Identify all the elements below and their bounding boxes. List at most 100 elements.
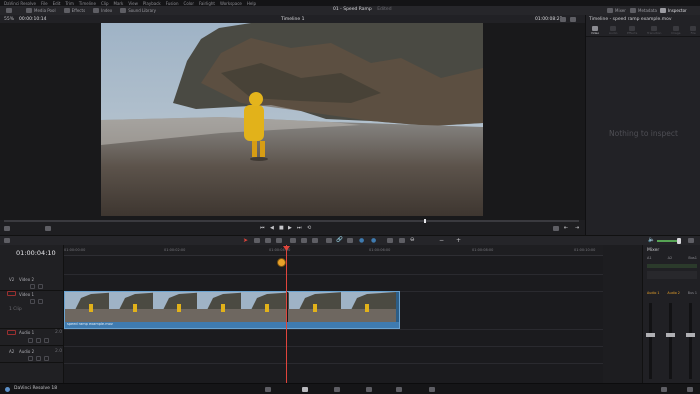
trim-tool-icon[interactable] (254, 238, 260, 243)
next-edit-icon[interactable]: ⇥ (575, 225, 579, 231)
mute-a1-button[interactable] (44, 338, 49, 343)
timeline-ruler[interactable]: 01:00:00:00 01:00:02:00 01:00:04:00 01:0… (64, 245, 603, 256)
menu-fairlight[interactable]: Fairlight (199, 1, 215, 6)
go-to-end-icon[interactable]: ⏭ (297, 225, 302, 231)
viewer-more-icon[interactable] (570, 17, 576, 22)
metadata-button[interactable]: Metadata (630, 8, 657, 13)
selection-tool-icon[interactable]: ➤ (243, 237, 248, 244)
mute-a2-button[interactable] (44, 356, 49, 361)
tab-video[interactable]: Video (591, 26, 599, 35)
destination-v1[interactable] (7, 291, 16, 296)
tab-transition[interactable]: Transition (647, 26, 661, 35)
prev-edit-icon[interactable]: ⇤ (564, 225, 568, 231)
source-timecode[interactable]: 00:00:10:14 (19, 17, 46, 22)
fusion-page-icon[interactable] (334, 387, 340, 392)
fader-bus1[interactable] (686, 333, 695, 337)
speed-ramp-marker[interactable] (277, 258, 286, 267)
tab-file[interactable]: File (690, 26, 697, 35)
clip-icon[interactable] (4, 226, 10, 231)
auto-select-v2-button[interactable] (38, 284, 43, 289)
timeline-area[interactable]: 01:00:00:00 01:00:02:00 01:00:04:00 01:0… (64, 245, 603, 383)
lock-track-v1-button[interactable] (30, 299, 35, 304)
menu-timeline[interactable]: Timeline (79, 1, 96, 6)
lock-icon[interactable] (347, 238, 353, 243)
match-frame-icon[interactable] (553, 226, 559, 231)
lock-track-a1-button[interactable] (28, 338, 33, 343)
index-button[interactable]: Index (93, 8, 112, 13)
go-to-start-icon[interactable]: ⏮ (260, 225, 265, 231)
scrubber-handle[interactable] (424, 219, 426, 223)
menu-workspace[interactable]: Workspace (220, 1, 242, 6)
loop-icon[interactable]: ⟲ (307, 225, 311, 231)
fader-a2[interactable] (666, 333, 675, 337)
zoom-out-icon[interactable]: − (439, 237, 444, 244)
timeline-view-icon[interactable] (4, 238, 10, 243)
volume-slider[interactable] (657, 240, 679, 242)
dynamic-trim-icon[interactable] (265, 238, 271, 243)
fader-track-bus1[interactable] (689, 303, 692, 379)
track-name-a2[interactable]: Audio 2 (19, 349, 34, 354)
speaker-icon[interactable]: 🔈 (648, 237, 655, 243)
marker-icon[interactable]: ● (371, 237, 376, 244)
track-name-a1[interactable]: Audio 1 (19, 330, 34, 335)
link-icon[interactable]: 🔗 (336, 237, 343, 243)
dim-icon[interactable] (688, 238, 694, 243)
zoom-detail-icon[interactable] (387, 238, 393, 243)
menu-file[interactable]: File (41, 1, 48, 6)
media-pool-button[interactable]: Media Pool (26, 8, 56, 13)
reverse-play-icon[interactable]: ◀ (270, 225, 274, 231)
timeline-timecode[interactable]: 01:00:08:23 (535, 17, 562, 22)
playhead[interactable] (286, 245, 287, 383)
volume-slider-handle[interactable] (677, 238, 681, 244)
layout-icon[interactable] (6, 8, 12, 13)
stop-icon[interactable]: ■ (279, 225, 284, 231)
scrubber-bar[interactable] (4, 220, 579, 222)
zoom-in-icon[interactable]: + (456, 237, 461, 244)
blade-tool-icon[interactable] (276, 238, 282, 243)
replace-clip-icon[interactable] (312, 238, 318, 243)
track-name-v1[interactable]: Video 1 (19, 292, 34, 297)
media-page-icon[interactable] (265, 387, 271, 392)
app-name[interactable]: DaVinci Resolve (4, 1, 36, 6)
menu-view[interactable]: View (128, 1, 138, 6)
overwrite-clip-icon[interactable] (301, 238, 307, 243)
zoom-full-icon[interactable] (399, 238, 405, 243)
fader-track-a2[interactable] (669, 303, 672, 379)
sound-library-button[interactable]: Sound Library (120, 8, 156, 13)
menu-help[interactable]: Help (247, 1, 256, 6)
menu-trim[interactable]: Trim (65, 1, 74, 6)
tab-image[interactable]: Image (671, 26, 681, 35)
timeline-current-timecode[interactable]: 01:00:04:10 (16, 249, 56, 257)
tab-audio[interactable]: Audio (609, 26, 617, 35)
inspector-button[interactable]: Inspector (660, 8, 687, 13)
settings-icon[interactable] (687, 387, 693, 392)
menu-clip[interactable]: Clip (101, 1, 109, 6)
solo-a2-button[interactable] (36, 356, 41, 361)
zoom-custom-icon[interactable]: ⊖ (410, 237, 415, 243)
lock-track-a2-button[interactable] (28, 356, 33, 361)
fairlight-page-icon[interactable] (396, 387, 402, 392)
fader-a1[interactable] (646, 333, 655, 337)
audio-meter-icon[interactable] (45, 226, 51, 231)
mixer-eq-row[interactable] (647, 271, 697, 279)
fader-track-a1[interactable] (649, 303, 652, 379)
auto-select-v1-button[interactable] (38, 299, 43, 304)
tab-effects[interactable]: Effects (627, 26, 637, 35)
video-frame[interactable] (101, 23, 483, 216)
deliver-page-icon[interactable] (429, 387, 435, 392)
timeline-name[interactable]: Timeline 1 (281, 17, 304, 22)
snapping-icon[interactable] (326, 238, 332, 243)
menu-color[interactable]: Color (184, 1, 194, 6)
color-page-icon[interactable] (366, 387, 372, 392)
track-name-v2[interactable]: Video 2 (19, 277, 34, 282)
timeline-clip[interactable]: speed ramp example.mov (64, 291, 400, 329)
insert-clip-icon[interactable] (290, 238, 296, 243)
effects-button[interactable]: Effects (63, 8, 85, 13)
menu-edit[interactable]: Edit (53, 1, 61, 6)
lock-track-v2-button[interactable] (30, 284, 35, 289)
mixer-button[interactable]: Mixer (607, 8, 626, 13)
destination-a1[interactable] (7, 330, 16, 335)
home-icon[interactable] (661, 387, 667, 392)
edit-page-icon[interactable] (302, 387, 308, 392)
menu-fusion[interactable]: Fusion (166, 1, 179, 6)
